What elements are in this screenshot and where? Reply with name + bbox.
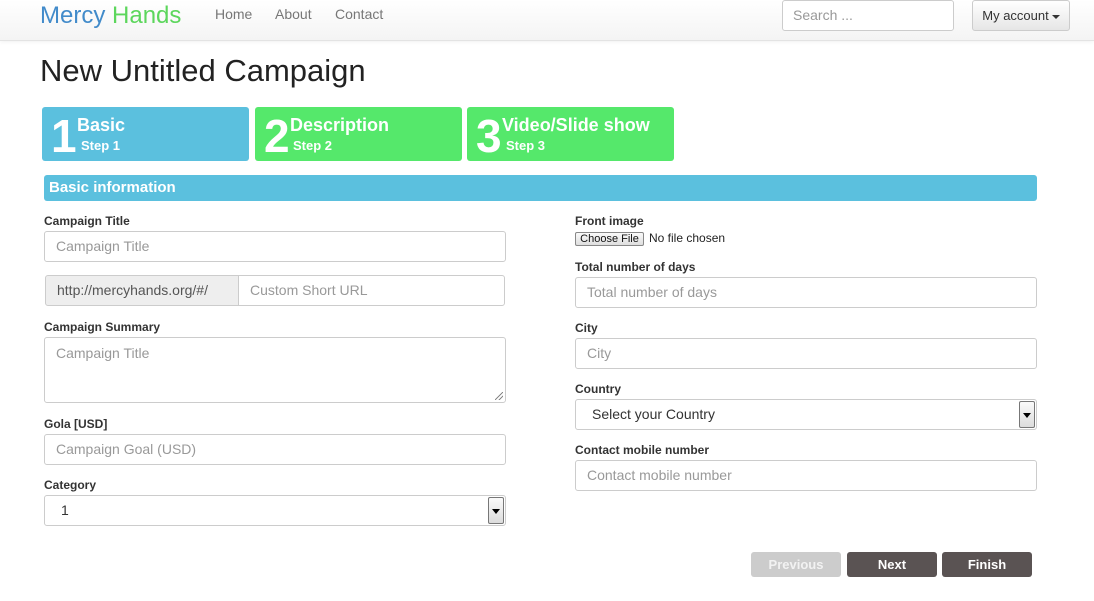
category-dropdown-button[interactable] [488,497,504,524]
category-label: Category [44,478,97,492]
campaign-summary-textarea[interactable]: Campaign Title [44,337,506,403]
my-account-dropdown[interactable]: My account [972,0,1070,31]
city-label: City [575,321,598,335]
step-number: 1 [51,110,77,162]
city-input[interactable]: City [575,338,1037,369]
step-sub: Step 3 [506,138,546,153]
campaign-summary-placeholder: Campaign Title [56,345,150,361]
campaign-title-input[interactable]: Campaign Title [44,231,506,262]
url-prefix-addon: http://mercyhands.org/#/ [45,275,239,306]
country-selected-value: Select your Country [592,406,715,422]
total-days-label: Total number of days [575,260,696,274]
finish-button[interactable]: Finish [942,552,1032,577]
nav-contact[interactable]: Contact [335,6,383,22]
caret-down-icon [1051,14,1060,19]
nav-about[interactable]: About [275,6,312,22]
step-number: 2 [264,110,290,162]
category-select[interactable]: 1 [44,495,506,526]
country-select[interactable]: Select your Country [575,399,1037,430]
choose-file-button[interactable]: Choose File [575,232,644,246]
mobile-label: Contact mobile number [575,443,710,457]
step-sub: Step 1 [81,138,121,153]
country-dropdown-button[interactable] [1019,401,1035,428]
chevron-down-icon [492,509,500,514]
goal-label: Gola [USD] [44,417,108,431]
resize-handle-icon[interactable] [495,392,503,400]
step-number: 3 [476,110,502,162]
file-status-text: No file chosen [649,231,726,245]
front-image-label: Front image [575,214,644,228]
brand-part2: Hands [112,2,182,29]
previous-button[interactable]: Previous [751,552,841,577]
step-title: Description [290,115,390,135]
country-label: Country [575,382,621,396]
section-header: Basic information [44,175,1037,201]
step-video-slideshow[interactable]: 3 Video/Slide show Step 3 [467,107,674,161]
navbar: Mercy Hands Home About Contact Search ..… [0,0,1094,41]
campaign-summary-label: Campaign Summary [44,320,161,334]
step-sub: Step 2 [293,138,333,153]
campaign-title-label: Campaign Title [44,214,130,228]
category-selected-value: 1 [61,502,69,518]
step-description[interactable]: 2 Description Step 2 [255,107,462,161]
mobile-input[interactable]: Contact mobile number [575,460,1037,491]
step-basic[interactable]: 1 Basic Step 1 [42,107,249,161]
page-title: New Untitled Campaign [40,53,366,88]
brand-part1: Mercy [40,2,106,29]
total-days-input[interactable]: Total number of days [575,277,1037,308]
step-title: Video/Slide show [502,115,650,135]
chevron-down-icon [1023,413,1031,418]
search-input[interactable]: Search ... [782,0,954,31]
campaign-goal-input[interactable]: Campaign Goal (USD) [44,434,506,465]
brand-logo[interactable]: Mercy Hands [40,2,181,30]
next-button[interactable]: Next [847,552,937,577]
nav-home[interactable]: Home [215,6,252,22]
custom-short-url-input[interactable]: Custom Short URL [238,275,505,306]
my-account-label: My account [982,8,1049,23]
step-title: Basic [77,115,126,135]
